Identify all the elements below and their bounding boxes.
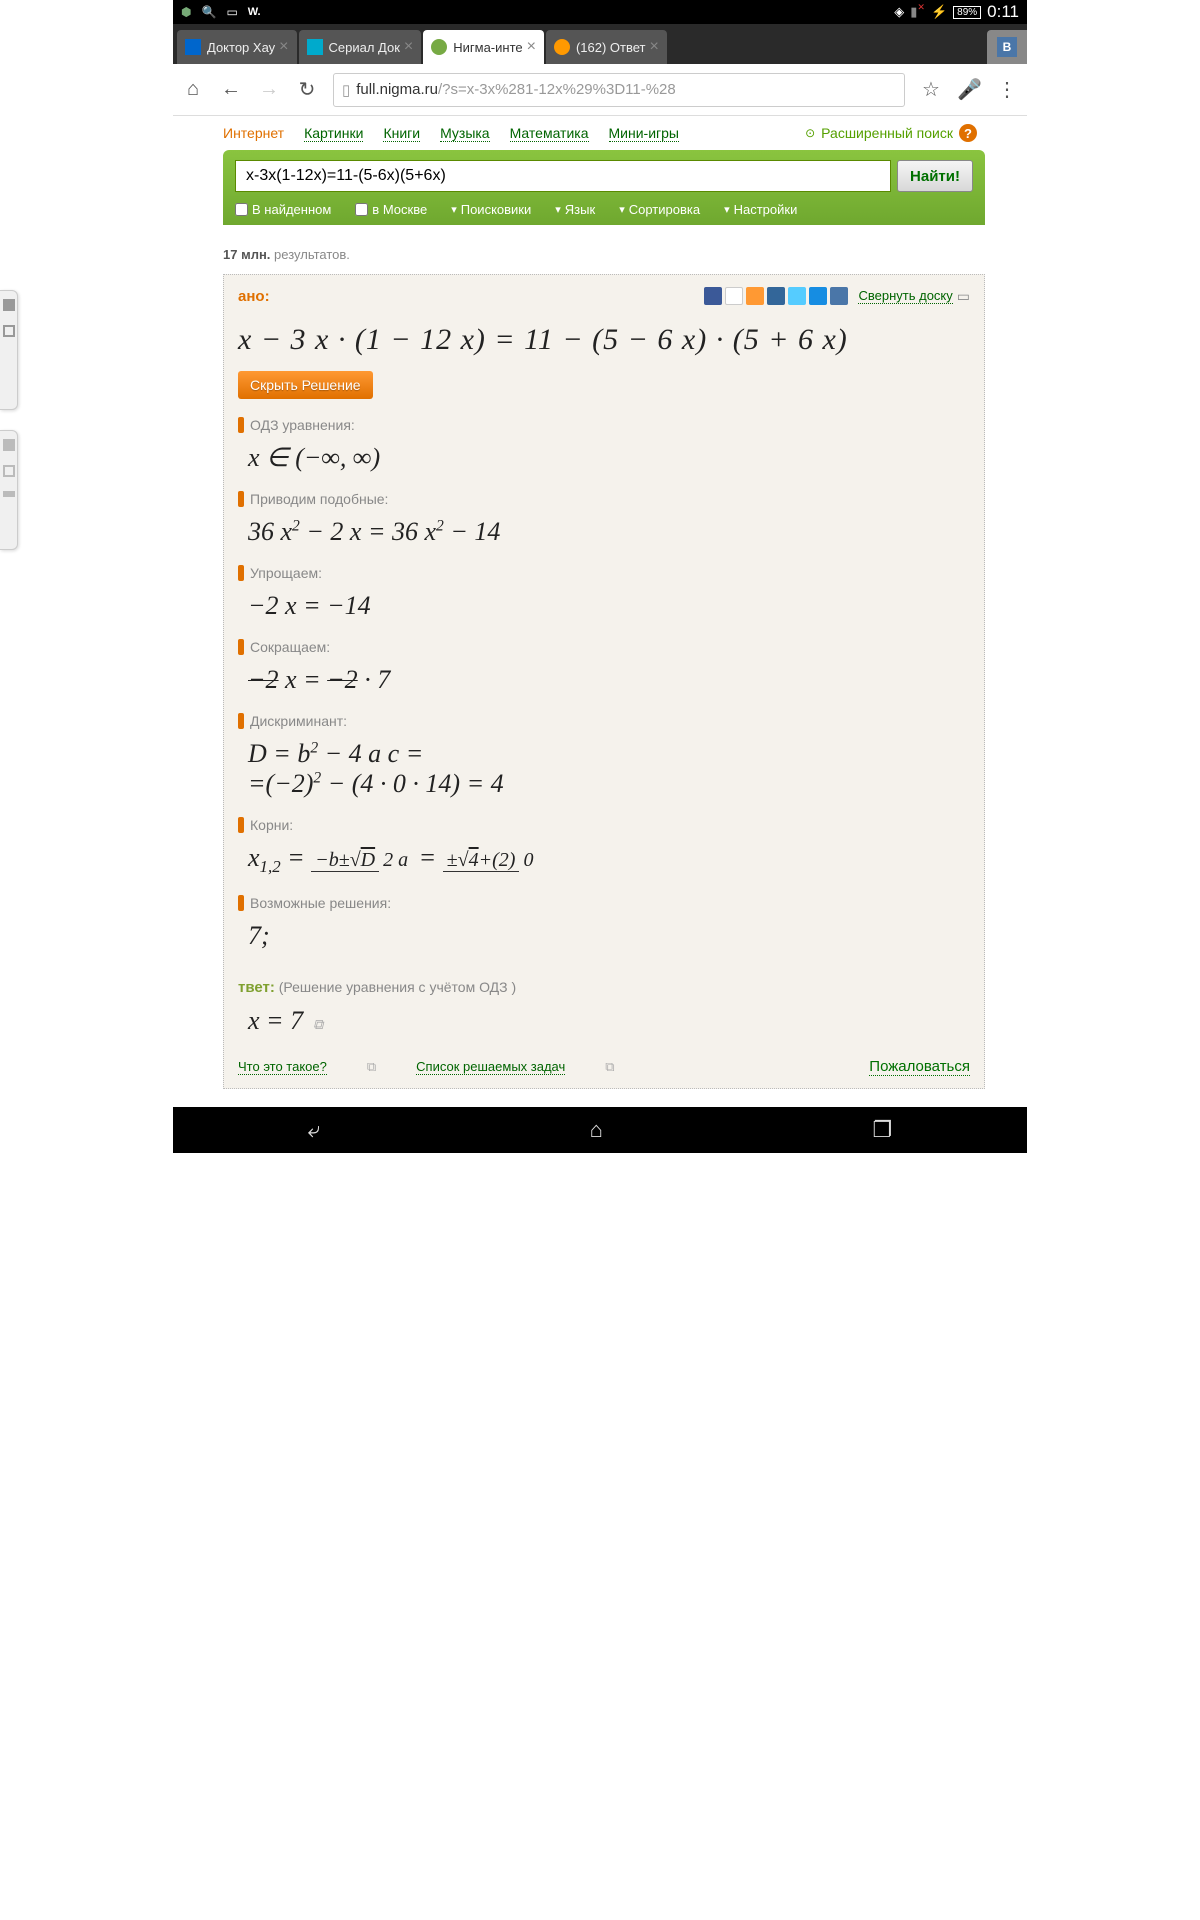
- step-reduce-label: Сокращаем:: [250, 639, 330, 655]
- step-simplify-math: −2 x = −14: [248, 591, 970, 621]
- tab-overflow[interactable]: B: [987, 30, 1027, 64]
- board-icon: ▭: [957, 288, 970, 305]
- nav-music[interactable]: Музыка: [440, 125, 490, 142]
- given-label: ано:: [238, 288, 270, 305]
- home-icon[interactable]: ⌂: [181, 78, 205, 101]
- step-like-label: Приводим подобные:: [250, 491, 388, 507]
- board-footer: Что это такое? ⧉ Список решаемых задач ⧉ П…: [238, 1058, 970, 1076]
- filter-found[interactable]: В найденном: [235, 202, 331, 217]
- recent-button[interactable]: ❐: [872, 1117, 892, 1143]
- step-reduce-math: −2 x = −2 · 7: [248, 665, 970, 695]
- nav-books[interactable]: Книги: [383, 125, 420, 142]
- step-odz-label: ОДЗ уравнения:: [250, 417, 355, 433]
- filter-moscow[interactable]: в Москве: [355, 202, 427, 217]
- step-roots-math: x1,2 = −b±√D2 a = ±√4+(2)0: [248, 843, 970, 877]
- close-icon[interactable]: ×: [527, 38, 536, 56]
- close-icon[interactable]: ×: [279, 38, 288, 56]
- battery-pct: 89%: [953, 6, 981, 19]
- search-panel: Найти! В найденном в Москве Поисковики Я…: [223, 150, 985, 225]
- social-icons: [704, 287, 848, 305]
- od-icon[interactable]: [746, 287, 764, 305]
- clock: 0:11: [987, 2, 1019, 22]
- step-odz-math: x ∈ (−∞, ∞): [248, 443, 970, 473]
- filter-sort[interactable]: Сортировка: [619, 202, 700, 217]
- tab-nigma[interactable]: Нигма-инте×: [423, 30, 544, 64]
- star-icon[interactable]: ☆: [919, 77, 943, 102]
- solution-board: ано: Свернуть доску ▭ x − 3 x · (1 − 12 …: [223, 274, 985, 1089]
- chevron-down-icon: ⊙: [805, 126, 815, 140]
- nav-math[interactable]: Математика: [510, 125, 589, 142]
- nav-images[interactable]: Картинки: [304, 125, 363, 142]
- copy-icon[interactable]: ⧉: [313, 1018, 323, 1033]
- search-input[interactable]: [235, 160, 891, 192]
- complain-link[interactable]: Пожаловаться: [869, 1058, 970, 1076]
- task-list-link[interactable]: Список решаемых задач: [416, 1059, 565, 1075]
- step-simplify-label: Упрощаем:: [250, 565, 322, 581]
- step-disc-math: D = b2 − 4 a c ==(−2)2 − (4 · 0 · 14) = …: [248, 739, 970, 799]
- tab-answers[interactable]: (162) Ответ×: [546, 30, 667, 64]
- answer-label: твет:: [238, 979, 275, 996]
- home-button[interactable]: ⌂: [590, 1117, 603, 1143]
- android-status-bar: ⬢ 🔍 ▭ W. ◈ ▮✕ ⚡ 89% 0:11: [173, 0, 1027, 24]
- facebook-icon[interactable]: [704, 287, 722, 305]
- main-equation: x − 3 x · (1 − 12 x) = 11 − (5 − 6 x) · …: [238, 323, 970, 357]
- nav-internet[interactable]: Интернет: [223, 125, 284, 141]
- people-icon[interactable]: [725, 287, 743, 305]
- shield-icon: ⬢: [181, 5, 191, 19]
- tab-doctor-house[interactable]: Доктор Хау×: [177, 30, 297, 64]
- url-input[interactable]: ▯ full.nigma.ru/?s=x-3x%281-12x%29%3D11-…: [333, 73, 905, 107]
- side-tabs: [0, 290, 18, 570]
- wifi-icon: ◈: [894, 4, 904, 20]
- mic-icon[interactable]: 🎤: [957, 77, 981, 102]
- filter-prefs[interactable]: Настройки: [724, 202, 797, 217]
- vk-icon[interactable]: [830, 287, 848, 305]
- signal-icon: ▮✕: [910, 4, 925, 20]
- step-roots-label: Корни:: [250, 817, 293, 833]
- tab-serial[interactable]: Сериал Док×: [299, 30, 422, 64]
- answer-sub: (Решение уравнения с учётом ОДЗ ): [275, 979, 516, 995]
- what-is-this-link[interactable]: Что это такое?: [238, 1059, 327, 1075]
- twitter-icon[interactable]: [788, 287, 806, 305]
- ext-icon: ⧉: [367, 1059, 376, 1075]
- answer-math: x = 7⧉: [248, 1006, 970, 1036]
- hide-solution-button[interactable]: Скрыть Решение: [238, 371, 373, 399]
- nigma-nav: Интернет Картинки Книги Музыка Математик…: [173, 116, 1027, 150]
- nav-games[interactable]: Мини-игры: [609, 125, 679, 142]
- back-button[interactable]: ⤶: [308, 1117, 320, 1143]
- back-icon[interactable]: ←: [219, 78, 243, 101]
- ext-icon: ⧉: [605, 1059, 614, 1075]
- image-icon: ▭: [226, 5, 237, 19]
- search-button[interactable]: Найти!: [897, 160, 973, 192]
- search-icon: 🔍: [201, 5, 216, 19]
- filter-lang[interactable]: Язык: [555, 202, 595, 217]
- content-area: 17 млн. результатов. ано: Свернуть доску…: [173, 225, 1027, 1099]
- browser-toolbar: ⌂ ← → ↻ ▯ full.nigma.ru/?s=x-3x%281-12x%…: [173, 64, 1027, 116]
- close-icon[interactable]: ×: [404, 38, 413, 56]
- close-icon[interactable]: ×: [650, 38, 659, 56]
- android-nav-bar: ⤶ ⌂ ❐: [173, 1107, 1027, 1153]
- results-count: 17 млн. результатов.: [223, 247, 985, 262]
- walkman-icon: W.: [248, 6, 261, 18]
- step-disc-label: Дискриминант:: [250, 713, 347, 729]
- collapse-board-link[interactable]: Свернуть доску: [858, 288, 952, 304]
- side-tab-2[interactable]: [0, 430, 18, 550]
- side-tab-1[interactable]: [0, 290, 18, 410]
- step-like-math: 36 x2 − 2 x = 36 x2 − 14: [248, 517, 970, 547]
- step-possible-label: Возможные решения:: [250, 895, 391, 911]
- pen-icon[interactable]: [767, 287, 785, 305]
- mail-icon[interactable]: [809, 287, 827, 305]
- bolt-icon: ⚡: [931, 4, 947, 20]
- help-icon[interactable]: ?: [959, 124, 977, 142]
- forward-icon[interactable]: →: [257, 78, 281, 101]
- menu-icon[interactable]: ⋮: [995, 77, 1019, 102]
- reload-icon[interactable]: ↻: [295, 77, 319, 102]
- filter-engines[interactable]: Поисковики: [451, 202, 531, 217]
- step-possible-math: 7;: [248, 921, 970, 951]
- browser-tabs: Доктор Хау× Сериал Док× Нигма-инте× (162…: [173, 24, 1027, 64]
- advanced-search-link[interactable]: Расширенный поиск: [821, 125, 953, 141]
- page-icon: ▯: [342, 81, 350, 99]
